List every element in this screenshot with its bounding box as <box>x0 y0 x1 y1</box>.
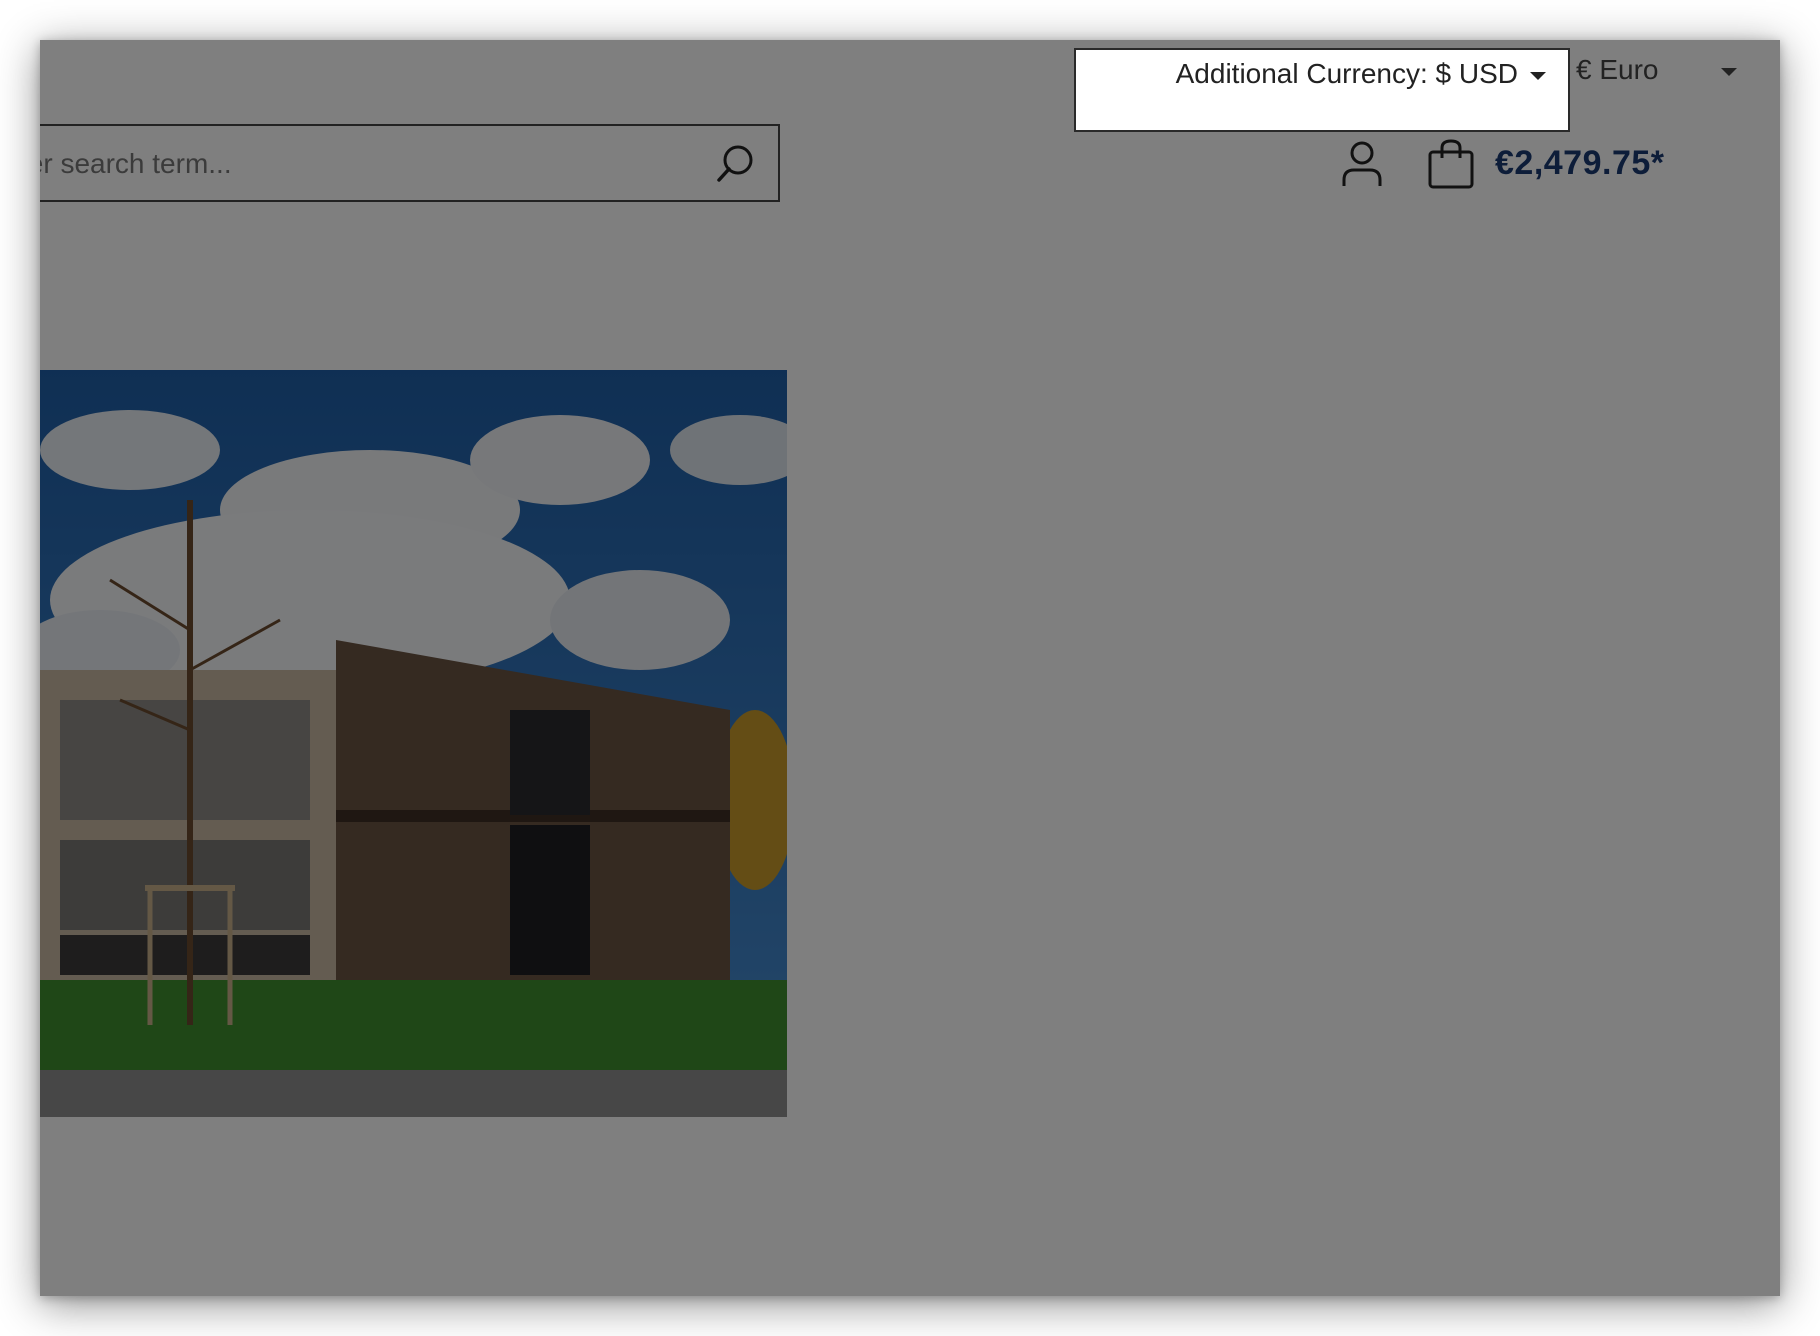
additional-currency-label: Additional Currency: $ USD <box>1175 58 1518 89</box>
currency-label: € Euro <box>1576 54 1659 85</box>
currency-dropdown[interactable]: € Euro <box>1576 54 1737 86</box>
chevron-down-icon <box>1720 68 1737 76</box>
browser-viewport: €2,479.75* <box>40 40 1780 1296</box>
chevron-down-icon <box>1530 72 1546 80</box>
modal-backdrop[interactable] <box>40 40 1780 1296</box>
additional-currency-dropdown[interactable]: Additional Currency: $ USD <box>1074 48 1570 132</box>
